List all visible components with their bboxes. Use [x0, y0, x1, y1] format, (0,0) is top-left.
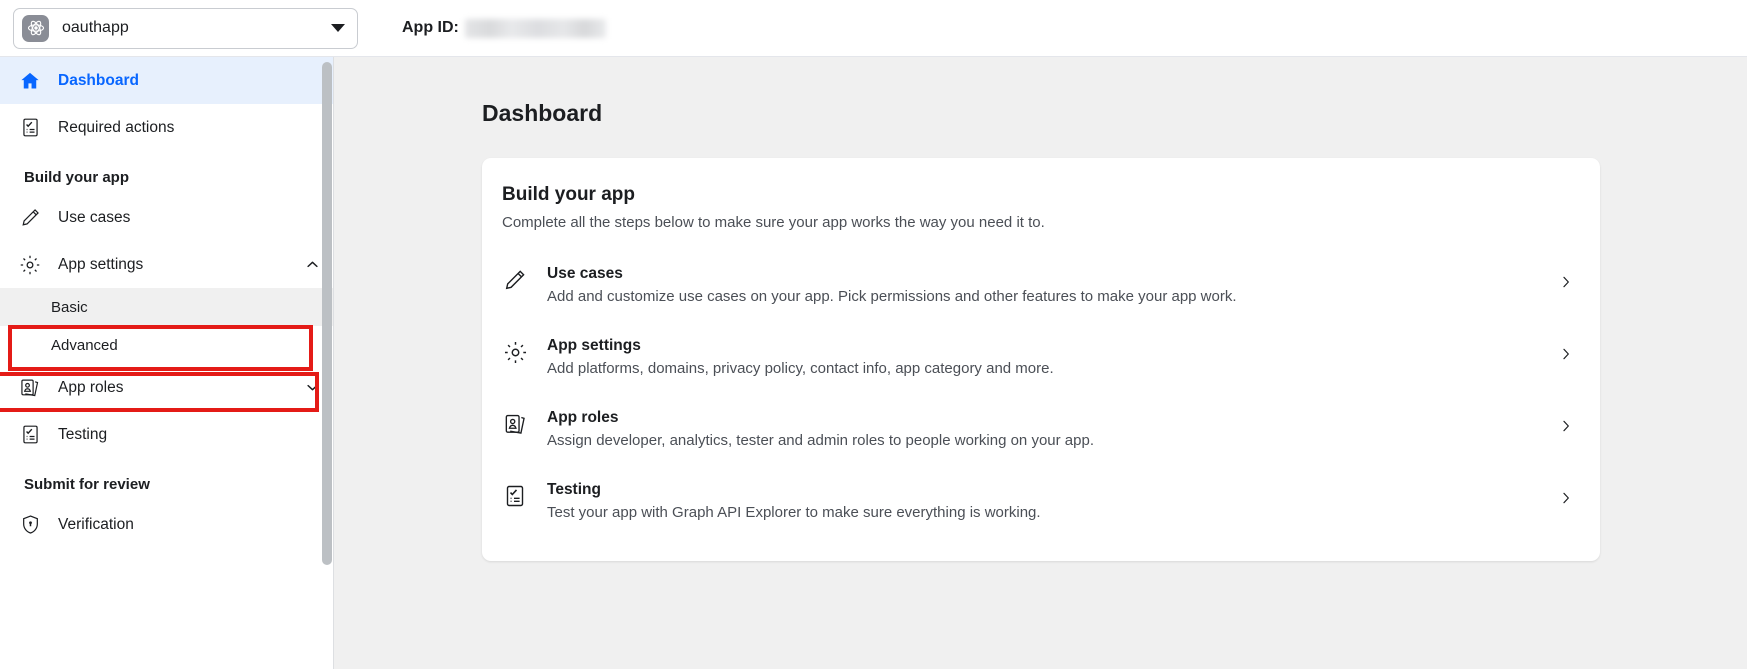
build-step-desc: Add and customize use cases on your app.…	[547, 288, 1237, 305]
build-step-title: Testing	[547, 481, 601, 498]
chevron-up-icon[interactable]	[304, 257, 320, 273]
build-step-desc: Test your app with Graph API Explorer to…	[547, 504, 1041, 521]
home-icon	[18, 69, 42, 93]
build-step-app-roles[interactable]: App roles Assign developer, analytics, t…	[482, 393, 1600, 465]
sidebar-nav: Dashboard Required actions Build your ap…	[0, 57, 334, 669]
app-selector-dropdown[interactable]: oauthapp	[13, 7, 358, 49]
sidebar-item-label: App roles	[58, 378, 124, 396]
id-cards-icon	[502, 411, 528, 437]
id-cards-icon	[18, 376, 42, 400]
sidebar-scrollbar-thumb[interactable]	[322, 62, 332, 565]
app-id-label: App ID:	[402, 19, 459, 36]
main-content: Dashboard Build your app Complete all th…	[334, 57, 1747, 669]
build-step-desc: Add platforms, domains, privacy policy, …	[547, 360, 1054, 377]
app-name-label: oauthapp	[62, 19, 129, 36]
sidebar-section-submit: Submit for review	[24, 476, 150, 493]
gear-icon	[502, 339, 528, 365]
sidebar-item-verification[interactable]: Verification	[0, 501, 334, 548]
sidebar-subitem-advanced[interactable]: Advanced	[0, 326, 334, 364]
build-step-title: Use cases	[547, 265, 623, 282]
checklist-icon	[502, 483, 528, 509]
sidebar-section-build: Build your app	[24, 169, 129, 186]
build-step-testing[interactable]: Testing Test your app with Graph API Exp…	[482, 465, 1600, 537]
build-steps-list: Use cases Add and customize use cases on…	[482, 249, 1600, 537]
page-title: Dashboard	[482, 100, 603, 126]
sidebar-item-label: Dashboard	[58, 71, 139, 89]
build-step-desc: Assign developer, analytics, tester and …	[547, 432, 1094, 449]
chevron-right-icon[interactable]	[1558, 417, 1574, 435]
sidebar-subitem-basic[interactable]: Basic	[0, 288, 334, 326]
app-id-display: App ID:	[402, 18, 606, 38]
sidebar-item-label: Use cases	[58, 208, 131, 226]
sidebar-item-label: App settings	[58, 255, 144, 273]
sidebar-item-label: Verification	[58, 515, 134, 533]
sidebar-item-app-roles[interactable]: App roles	[0, 364, 334, 411]
checklist-icon	[18, 116, 42, 140]
chevron-right-icon[interactable]	[1558, 489, 1574, 507]
pencil-icon	[502, 267, 528, 293]
caret-down-icon[interactable]	[331, 24, 345, 32]
build-step-title: App settings	[547, 337, 641, 354]
build-step-use-cases[interactable]: Use cases Add and customize use cases on…	[482, 249, 1600, 321]
checklist-icon	[18, 423, 42, 447]
sidebar-item-label: Required actions	[58, 118, 175, 136]
sidebar-item-testing[interactable]: Testing	[0, 411, 334, 458]
chevron-right-icon[interactable]	[1558, 273, 1574, 291]
sidebar-item-label: Testing	[58, 425, 108, 443]
sidebar-item-required-actions[interactable]: Required actions	[0, 104, 334, 151]
atom-icon	[22, 14, 49, 42]
build-step-app-settings[interactable]: App settings Add platforms, domains, pri…	[482, 321, 1600, 393]
sidebar-item-use-cases[interactable]: App settings Use cases	[0, 194, 334, 241]
app-id-value-redacted	[464, 18, 606, 38]
sidebar-item-app-settings[interactable]: App settings	[0, 241, 334, 288]
build-step-title: App roles	[547, 409, 619, 426]
shield-lock-icon	[18, 513, 42, 537]
sidebar-item-dashboard[interactable]: Dashboard	[0, 57, 334, 104]
pencil-icon	[18, 206, 42, 230]
build-your-app-card: Build your app Complete all the steps be…	[482, 158, 1600, 561]
card-title: Build your app	[502, 184, 635, 205]
gear-icon	[18, 253, 42, 277]
card-subtitle: Complete all the steps below to make sur…	[502, 214, 1045, 231]
chevron-right-icon[interactable]	[1558, 345, 1574, 363]
chevron-down-icon[interactable]	[304, 380, 320, 396]
top-bar: oauthapp App ID:	[0, 0, 1747, 57]
